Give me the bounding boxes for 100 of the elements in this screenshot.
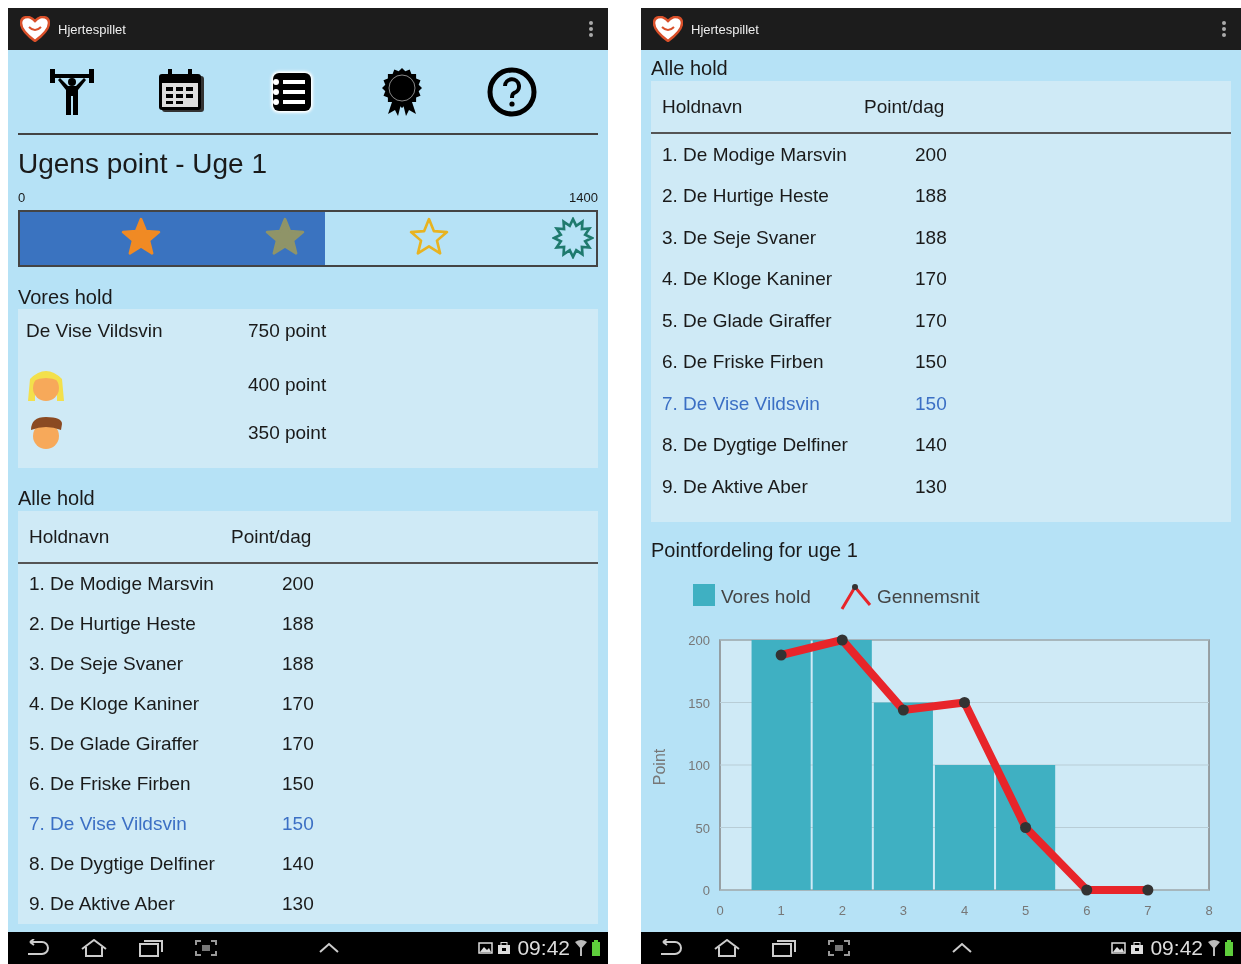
team-name-cell-text: 9. De Aktive Aber bbox=[29, 893, 176, 915]
y-tick-label: 0 bbox=[702, 882, 710, 898]
week-heading: Ugens point - Uge 1 bbox=[18, 147, 269, 181]
app-title: Hjertespillet bbox=[691, 21, 759, 37]
table-row[interactable]: 7. De Vise Vildsvin 150 bbox=[651, 383, 1231, 425]
team-name-cell-text: 6. De Friske Firben bbox=[662, 351, 825, 374]
column-header: Holdnavn bbox=[29, 525, 111, 548]
table-row[interactable]: 1. De Modige Marsvin 200 bbox=[651, 134, 1231, 176]
scale-max-label: 1400 bbox=[569, 189, 598, 205]
team-name-cell-text: 8. De Dygtige Delfiner bbox=[29, 853, 216, 875]
points-cell: 170 bbox=[915, 309, 947, 332]
table-row[interactable]: 6. De Friske Firben 150 bbox=[18, 764, 598, 804]
caret-up-icon[interactable] bbox=[951, 942, 973, 954]
table-row[interactable]: 7. De Vise Vildsvin 150 bbox=[18, 804, 598, 844]
table-row[interactable]: 8. De Dygtige Delfiner 140 bbox=[651, 424, 1231, 466]
legend-label: Vores hold bbox=[721, 585, 811, 607]
points-cell: 150 bbox=[915, 351, 947, 374]
column-header: Holdnavn bbox=[662, 95, 744, 118]
table-row[interactable]: 9. De Aktive Aber 130 bbox=[18, 884, 598, 924]
home-icon[interactable] bbox=[713, 939, 741, 957]
bag-icon bbox=[497, 942, 512, 954]
y-tick-label: 200 bbox=[688, 632, 710, 648]
points-cell: 150 bbox=[915, 392, 947, 415]
team-name-cell-text: 2. De Hurtige Heste bbox=[29, 613, 197, 635]
points-cell: 150 bbox=[282, 773, 314, 795]
clock-time: 09:42 bbox=[517, 936, 570, 960]
table-row[interactable]: 3. De Seje Svaner 188 bbox=[18, 644, 598, 684]
team-name-cell-text: 3. De Seje Svaner bbox=[662, 226, 818, 249]
table-row[interactable]: 4. De Kloge Kaniner 170 bbox=[651, 258, 1231, 300]
team-name-cell-text: 7. De Vise Vildsvin bbox=[662, 392, 821, 415]
table-row[interactable]: 1. De Modige Marsvin 200 bbox=[18, 564, 598, 604]
battery-icon bbox=[1225, 940, 1233, 956]
points-cell: 188 bbox=[915, 226, 947, 249]
table-row[interactable]: 3. De Seje Svaner 188 bbox=[651, 217, 1231, 259]
table-row[interactable]: 2. De Hurtige Heste 188 bbox=[651, 175, 1231, 217]
table-row[interactable]: 2. De Hurtige Heste 188 bbox=[18, 604, 598, 644]
table-row[interactable]: 5. De Glade Giraffer 170 bbox=[651, 300, 1231, 342]
heart-logo-icon bbox=[20, 16, 50, 42]
points-cell: 188 bbox=[915, 185, 947, 208]
x-tick-label: 2 bbox=[838, 902, 846, 918]
points-cell: 130 bbox=[282, 893, 314, 915]
points-cell: 170 bbox=[915, 268, 947, 291]
gallery-icon bbox=[478, 942, 494, 954]
table-row[interactable]: 9. De Aktive Aber 130 bbox=[651, 466, 1231, 508]
team-name-cell-text: 1. De Modige Marsvin bbox=[29, 573, 215, 595]
help-icon[interactable] bbox=[486, 65, 538, 118]
x-tick-label: 7 bbox=[1144, 902, 1152, 918]
home-icon[interactable] bbox=[80, 939, 108, 957]
points-cell: 170 bbox=[282, 693, 314, 715]
scale-min-label: 0 bbox=[18, 189, 26, 205]
team-name-cell-text: 4. De Kloge Kaniner bbox=[662, 268, 834, 291]
team-name-cell-text: 4. De Kloge Kaniner bbox=[29, 693, 201, 715]
points-cell: 188 bbox=[282, 613, 314, 635]
points-cell: 170 bbox=[282, 733, 314, 755]
table-row[interactable]: 8. De Dygtige Delfiner 140 bbox=[18, 844, 598, 884]
team-name-cell-text: 8. De Dygtige Delfiner bbox=[662, 434, 849, 457]
member-points: 350 point bbox=[248, 422, 327, 444]
team-name-cell-text: 5. De Glade Giraffer bbox=[662, 309, 833, 332]
heart-logo-icon bbox=[653, 16, 683, 42]
points-cell: 140 bbox=[915, 434, 947, 457]
team-name-cell-text: 6. De Friske Firben bbox=[29, 773, 192, 795]
x-tick-label: 4 bbox=[960, 902, 969, 918]
team-name-cell-text: 3. De Seje Svaner bbox=[29, 653, 185, 675]
section-heading: Alle hold bbox=[651, 56, 729, 80]
table-row[interactable]: 6. De Friske Firben 150 bbox=[651, 341, 1231, 383]
column-header: Point/dag bbox=[864, 95, 945, 118]
x-tick-label: 5 bbox=[1022, 902, 1030, 918]
team-name-cell-text: 1. De Modige Marsvin bbox=[662, 143, 848, 166]
points-cell: 200 bbox=[282, 573, 314, 595]
section-heading: Vores hold bbox=[18, 285, 114, 309]
battery-icon bbox=[592, 940, 600, 956]
y-tick-label: 50 bbox=[695, 820, 710, 835]
gallery-icon bbox=[1111, 942, 1127, 954]
screenshot-icon[interactable] bbox=[194, 939, 218, 957]
overflow-menu-icon[interactable] bbox=[1221, 20, 1227, 38]
points-cell: 130 bbox=[915, 475, 947, 498]
x-tick-label: 6 bbox=[1083, 902, 1091, 918]
x-tick-label: 8 bbox=[1205, 902, 1213, 918]
recent-apps-icon[interactable] bbox=[771, 939, 797, 957]
bag-icon bbox=[1130, 942, 1145, 954]
points-cell: 200 bbox=[915, 143, 947, 166]
recent-apps-icon[interactable] bbox=[138, 939, 164, 957]
points-cell: 150 bbox=[282, 813, 314, 835]
clock-time: 09:42 bbox=[1150, 936, 1203, 960]
chart-title: Pointfordeling for uge 1 bbox=[651, 537, 859, 562]
y-tick-label: 100 bbox=[688, 757, 710, 773]
team-name-cell-text: 5. De Glade Giraffer bbox=[29, 733, 200, 755]
table-row[interactable]: 4. De Kloge Kaniner 170 bbox=[18, 684, 598, 724]
points-cell: 188 bbox=[282, 653, 314, 675]
x-tick-label: 1 bbox=[777, 902, 785, 918]
screenshot-icon[interactable] bbox=[827, 939, 851, 957]
overflow-menu-icon[interactable] bbox=[588, 20, 594, 38]
legend-line-icon bbox=[840, 583, 872, 610]
column-header: Point/dag bbox=[231, 525, 312, 548]
caret-up-icon[interactable] bbox=[318, 942, 340, 954]
team-points: 750 point bbox=[248, 320, 327, 342]
team-name-cell-text: 2. De Hurtige Heste bbox=[662, 185, 830, 208]
table-row[interactable]: 5. De Glade Giraffer 170 bbox=[18, 724, 598, 764]
section-heading: Alle hold bbox=[18, 486, 96, 510]
points-cell: 140 bbox=[282, 853, 314, 875]
